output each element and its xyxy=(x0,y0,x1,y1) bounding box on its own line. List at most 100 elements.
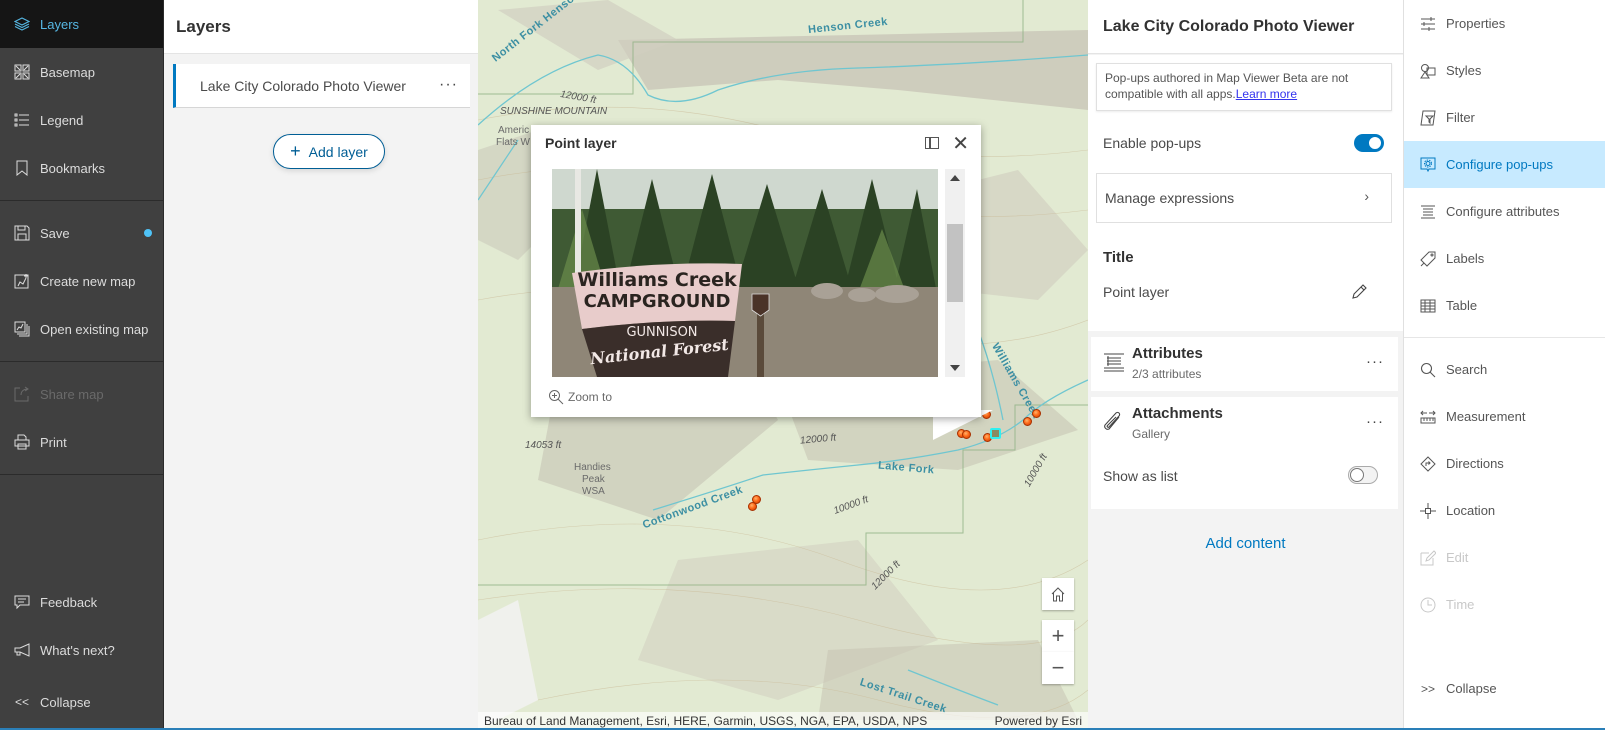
map-label-elevation: 14053 ft xyxy=(525,440,562,451)
home-button[interactable] xyxy=(1042,578,1074,610)
layer-list-item[interactable]: Lake City Colorado Photo Viewer ··· xyxy=(173,64,470,108)
map-point[interactable] xyxy=(748,502,757,511)
scroll-up-icon[interactable] xyxy=(950,175,960,181)
time-icon xyxy=(1419,596,1437,614)
scroll-thumb[interactable] xyxy=(947,224,963,302)
tool-measurement[interactable]: Measurement xyxy=(1404,393,1605,440)
nav-item-save[interactable]: Save xyxy=(0,209,163,257)
tool-label: Styles xyxy=(1446,63,1482,78)
layer-options-button[interactable]: ··· xyxy=(439,76,458,94)
chevron-right-icon: › xyxy=(1364,188,1369,204)
paperclip-icon xyxy=(1103,411,1125,433)
attachments-options-button[interactable]: ··· xyxy=(1366,413,1384,430)
nav-label: Layers xyxy=(40,16,80,32)
attachments-card[interactable]: Attachments Gallery ··· Show as list xyxy=(1091,397,1398,509)
pencil-icon xyxy=(1352,284,1367,299)
map-label-handies-peak: Peak xyxy=(582,474,605,485)
attributes-card[interactable]: Attributes 2/3 attributes ··· xyxy=(1091,337,1398,391)
tool-labels[interactable]: Labels xyxy=(1404,235,1605,282)
add-layer-button[interactable]: + Add layer xyxy=(273,134,385,169)
show-as-list-toggle[interactable] xyxy=(1348,466,1378,484)
zoom-in-button[interactable]: + xyxy=(1042,620,1074,652)
nav-item-collapse[interactable]: << Collapse xyxy=(0,674,163,730)
nav-label: Bookmarks xyxy=(40,160,106,176)
nav-item-print[interactable]: Print xyxy=(0,418,163,466)
configure-popups-icon xyxy=(1419,156,1437,174)
nav-item-share-map[interactable]: Share map xyxy=(0,370,163,418)
tool-label: Configure pop-ups xyxy=(1446,157,1553,172)
map-point[interactable] xyxy=(1032,409,1041,418)
attachments-display: Gallery xyxy=(1132,427,1171,441)
map-view[interactable]: North Fork Henson Creek Henson Creek SUN… xyxy=(478,0,1088,730)
enable-popups-label: Enable pop-ups xyxy=(1103,135,1202,151)
powered-by-esri[interactable]: Powered by Esri xyxy=(995,714,1082,728)
attributes-options-button[interactable]: ··· xyxy=(1366,353,1384,370)
nav-item-legend[interactable]: Legend xyxy=(0,96,163,144)
tool-configure-popups[interactable]: Configure pop-ups xyxy=(1404,141,1605,188)
map-point[interactable] xyxy=(1023,417,1032,426)
tools-bottom: >> Collapse xyxy=(1404,665,1605,712)
zoom-out-button[interactable]: − xyxy=(1042,652,1074,684)
add-content-button[interactable]: Add content xyxy=(1088,535,1403,552)
tool-configure-attributes[interactable]: Configure attributes xyxy=(1404,188,1605,235)
nav-label: Feedback xyxy=(40,594,98,610)
tool-location[interactable]: Location xyxy=(1404,487,1605,534)
layer-tools-panel: Properties Styles Filter Configure pop-u… xyxy=(1403,0,1605,730)
tool-directions[interactable]: Directions xyxy=(1404,440,1605,487)
tool-table[interactable]: Table xyxy=(1404,282,1605,329)
popup-title: Point layer xyxy=(545,135,617,151)
tools-collapse-button[interactable]: >> Collapse xyxy=(1404,665,1605,712)
edit-title-button[interactable] xyxy=(1350,283,1368,306)
nav-item-create-new-map[interactable]: Create new map xyxy=(0,257,163,305)
map-label-handies-peak: Handies xyxy=(574,462,611,473)
nav-item-feedback[interactable]: Feedback xyxy=(0,578,163,626)
collapse-right-icon: >> xyxy=(1420,681,1435,696)
open-map-icon xyxy=(14,321,30,337)
tool-search[interactable]: Search xyxy=(1404,346,1605,393)
tool-edit[interactable]: Edit xyxy=(1404,534,1605,581)
zoom-to-button[interactable]: Zoom to xyxy=(548,389,612,405)
tool-label: Search xyxy=(1446,362,1488,377)
nav-item-layers[interactable]: Layers xyxy=(0,0,163,48)
tool-label: Location xyxy=(1446,503,1496,518)
nav-item-basemap[interactable]: Basemap xyxy=(0,48,163,96)
legend-icon xyxy=(14,112,30,128)
nav-item-whats-next[interactable]: What's next? xyxy=(0,626,163,674)
learn-more-link[interactable]: Learn more xyxy=(1236,87,1297,101)
tool-label: Time xyxy=(1446,597,1475,612)
dock-icon[interactable] xyxy=(925,137,939,149)
tool-filter[interactable]: Filter xyxy=(1404,94,1605,141)
manage-expressions-button[interactable]: Manage expressions › xyxy=(1096,173,1392,223)
tool-properties[interactable]: Properties xyxy=(1404,0,1605,47)
scroll-down-icon[interactable] xyxy=(950,365,960,371)
close-icon[interactable]: ✕ xyxy=(952,131,969,156)
nav-item-open-existing-map[interactable]: Open existing map xyxy=(0,305,163,353)
print-icon xyxy=(14,434,30,450)
enable-popups-toggle[interactable] xyxy=(1354,134,1384,152)
table-icon xyxy=(1419,297,1437,315)
tool-time[interactable]: Time xyxy=(1404,581,1605,628)
beta-notice: Pop-ups authored in Map Viewer Beta are … xyxy=(1096,63,1392,111)
nav-label: Print xyxy=(40,434,67,450)
panel-title: Layers xyxy=(164,0,478,54)
nav-item-bookmarks[interactable]: Bookmarks xyxy=(0,144,163,192)
tool-label: Filter xyxy=(1446,110,1475,125)
tool-label: Directions xyxy=(1446,456,1504,471)
tool-styles[interactable]: Styles xyxy=(1404,47,1605,94)
sign-text: Williams Creek xyxy=(577,269,737,291)
map-viewer-app: Layers Basemap Legend Bookmarks Save Cre… xyxy=(0,0,1605,730)
tool-label: Measurement xyxy=(1446,409,1526,424)
attributes-count: 2/3 attributes xyxy=(1132,367,1202,381)
popup-scrollbar[interactable] xyxy=(945,169,965,377)
measurement-icon xyxy=(1419,408,1437,426)
directions-icon xyxy=(1419,455,1437,473)
bookmark-icon xyxy=(14,160,30,176)
plus-icon: + xyxy=(290,141,301,161)
tool-label: Edit xyxy=(1446,550,1469,565)
map-label-american-flats: Americ xyxy=(498,125,530,136)
tool-label: Collapse xyxy=(1446,681,1497,696)
feedback-icon xyxy=(14,594,30,610)
nav-label: Basemap xyxy=(40,64,95,80)
nav-divider xyxy=(0,200,163,201)
nav-divider xyxy=(0,361,163,362)
